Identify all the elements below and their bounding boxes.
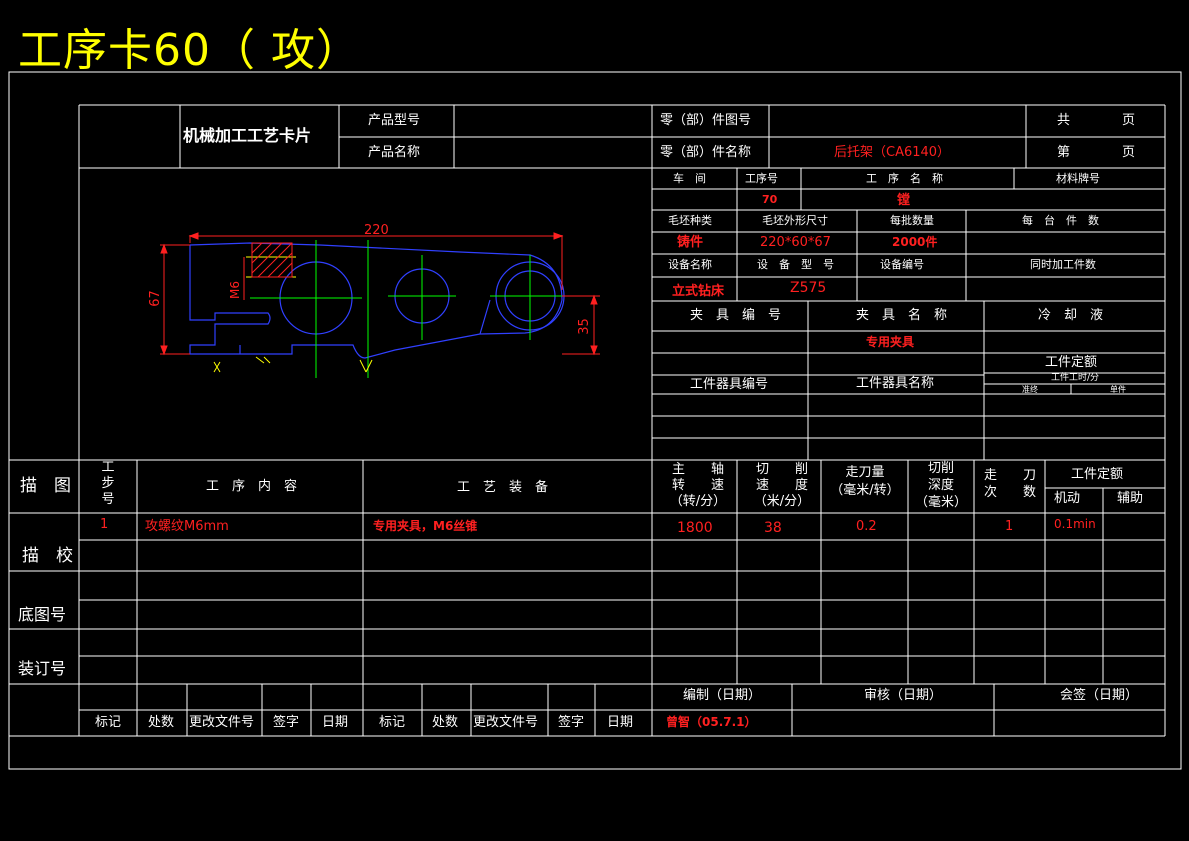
- part-name-label: 零（部）件名称: [660, 145, 752, 160]
- quota-header: 工件定额: [1071, 467, 1124, 482]
- equip-model-value: Z575: [790, 280, 827, 296]
- compile-label: 编制（日期）: [683, 688, 762, 703]
- product-model-label: 产品型号: [368, 113, 421, 128]
- total-page-label: 页: [1122, 113, 1136, 128]
- content-header: 工 序 内 容: [206, 479, 298, 494]
- prep-label: 准终: [1022, 385, 1038, 394]
- simul-label: 同时加工件数: [1030, 258, 1096, 271]
- process-name-label: 工 序 名 称: [866, 172, 943, 185]
- equip-model-label: 设 备 型 号: [757, 258, 834, 271]
- step1-speed: 38: [764, 520, 782, 536]
- cut-speed-header: 切 削 速 度 （米/分）: [753, 462, 811, 509]
- mark-label-1: 标记: [95, 715, 122, 730]
- count-label-1: 处数: [148, 715, 175, 730]
- equip-no-label: 设备编号: [880, 258, 924, 271]
- process-no-label: 工序号: [745, 172, 778, 185]
- binding-no-label: 装订号: [18, 659, 67, 678]
- equip-name-value: 立式钻床: [672, 284, 725, 299]
- product-name-label: 产品名称: [368, 145, 421, 160]
- equip-name-label: 设备名称: [668, 258, 712, 271]
- blank-size-label: 毛坯外形尺寸: [762, 214, 828, 227]
- aux-header: 辅助: [1117, 491, 1144, 506]
- compile-value: 曾智（05.7.1）: [666, 715, 757, 729]
- check-label: 描 校: [22, 546, 73, 566]
- total-label: 共: [1057, 113, 1071, 128]
- step1-content: 攻螺纹M6mm: [145, 519, 229, 534]
- step1-spindle: 1800: [677, 520, 713, 536]
- sheet-page-label: 页: [1122, 145, 1136, 160]
- blank-type-label: 毛坯种类: [668, 214, 712, 227]
- part-name-value: 后托架（CA6140）: [834, 145, 951, 160]
- dimension-67: 67: [147, 290, 163, 307]
- step1-passes: 1: [1005, 519, 1014, 534]
- count-label-2: 处数: [432, 715, 459, 730]
- review-label: 审核（日期）: [864, 688, 943, 703]
- sketch-label: 描 图: [20, 476, 71, 496]
- passes-header: 走 刀 次 数: [983, 468, 1036, 500]
- step1-no: 1: [100, 517, 109, 532]
- fixture-name-value: 专用夹具: [866, 335, 915, 349]
- machine-header: 机动: [1054, 491, 1081, 506]
- date-label-1: 日期: [322, 715, 349, 730]
- dimension-35: 35: [576, 318, 592, 335]
- workshop-label: 车 间: [673, 172, 706, 185]
- dimension-220: 220: [364, 223, 389, 238]
- tool-name-label: 工件器具名称: [856, 376, 935, 391]
- base-no-label: 底图号: [18, 605, 67, 624]
- date-label-2: 日期: [607, 715, 634, 730]
- part-no-label: 零（部）件图号: [660, 113, 752, 128]
- fixture-no-label: 夹 具 编 号: [690, 308, 782, 323]
- sheet-label: 第: [1057, 145, 1071, 160]
- feed-header: 走刀量 （毫米/转）: [830, 465, 900, 498]
- dimension-m6: M6: [228, 281, 242, 299]
- step1-equipment: 专用夹具，M6丝锥: [373, 519, 478, 533]
- depth-header: 切削 深度 （毫米）: [914, 461, 967, 510]
- blank-size-value: 220*60*67: [760, 235, 831, 250]
- card-title: 机械加工工艺卡片: [183, 126, 312, 145]
- material-label: 材料牌号: [1056, 172, 1100, 185]
- signature-label-2: 签字: [558, 715, 585, 730]
- blank-type-value: 铸件: [677, 235, 704, 250]
- process-name-value: 镗: [897, 193, 911, 208]
- coolant-label: 冷 却 液: [1038, 308, 1104, 323]
- tool-no-label: 工件器具编号: [690, 377, 769, 392]
- batch-value: 2000件: [892, 235, 938, 249]
- signature-label-1: 签字: [273, 715, 300, 730]
- per-unit-label: 每 台 件 数: [1022, 214, 1099, 227]
- quota-label: 工件定额: [1045, 355, 1098, 370]
- change-doc-label-1: 更改文件号: [189, 715, 255, 730]
- spindle-header: 主 轴 转 速 （转/分）: [669, 462, 727, 509]
- time-label: 工件工时/分: [1051, 373, 1100, 383]
- fixture-name-label: 夹 具 名 称: [856, 308, 948, 323]
- sign-label: 会签（日期）: [1060, 688, 1139, 703]
- unit-label: 单件: [1110, 385, 1126, 394]
- batch-label: 每批数量: [890, 214, 934, 227]
- part-drawing: [160, 232, 600, 378]
- step1-feed: 0.2: [856, 519, 877, 534]
- change-doc-label-2: 更改文件号: [473, 715, 539, 730]
- mark-label-2: 标记: [379, 715, 406, 730]
- equipment-header: 工 艺 装 备: [457, 480, 549, 495]
- step-no-header: 工步号: [101, 460, 115, 507]
- process-no-value: 70: [762, 193, 778, 206]
- step1-machine-time: 0.1min: [1054, 517, 1096, 531]
